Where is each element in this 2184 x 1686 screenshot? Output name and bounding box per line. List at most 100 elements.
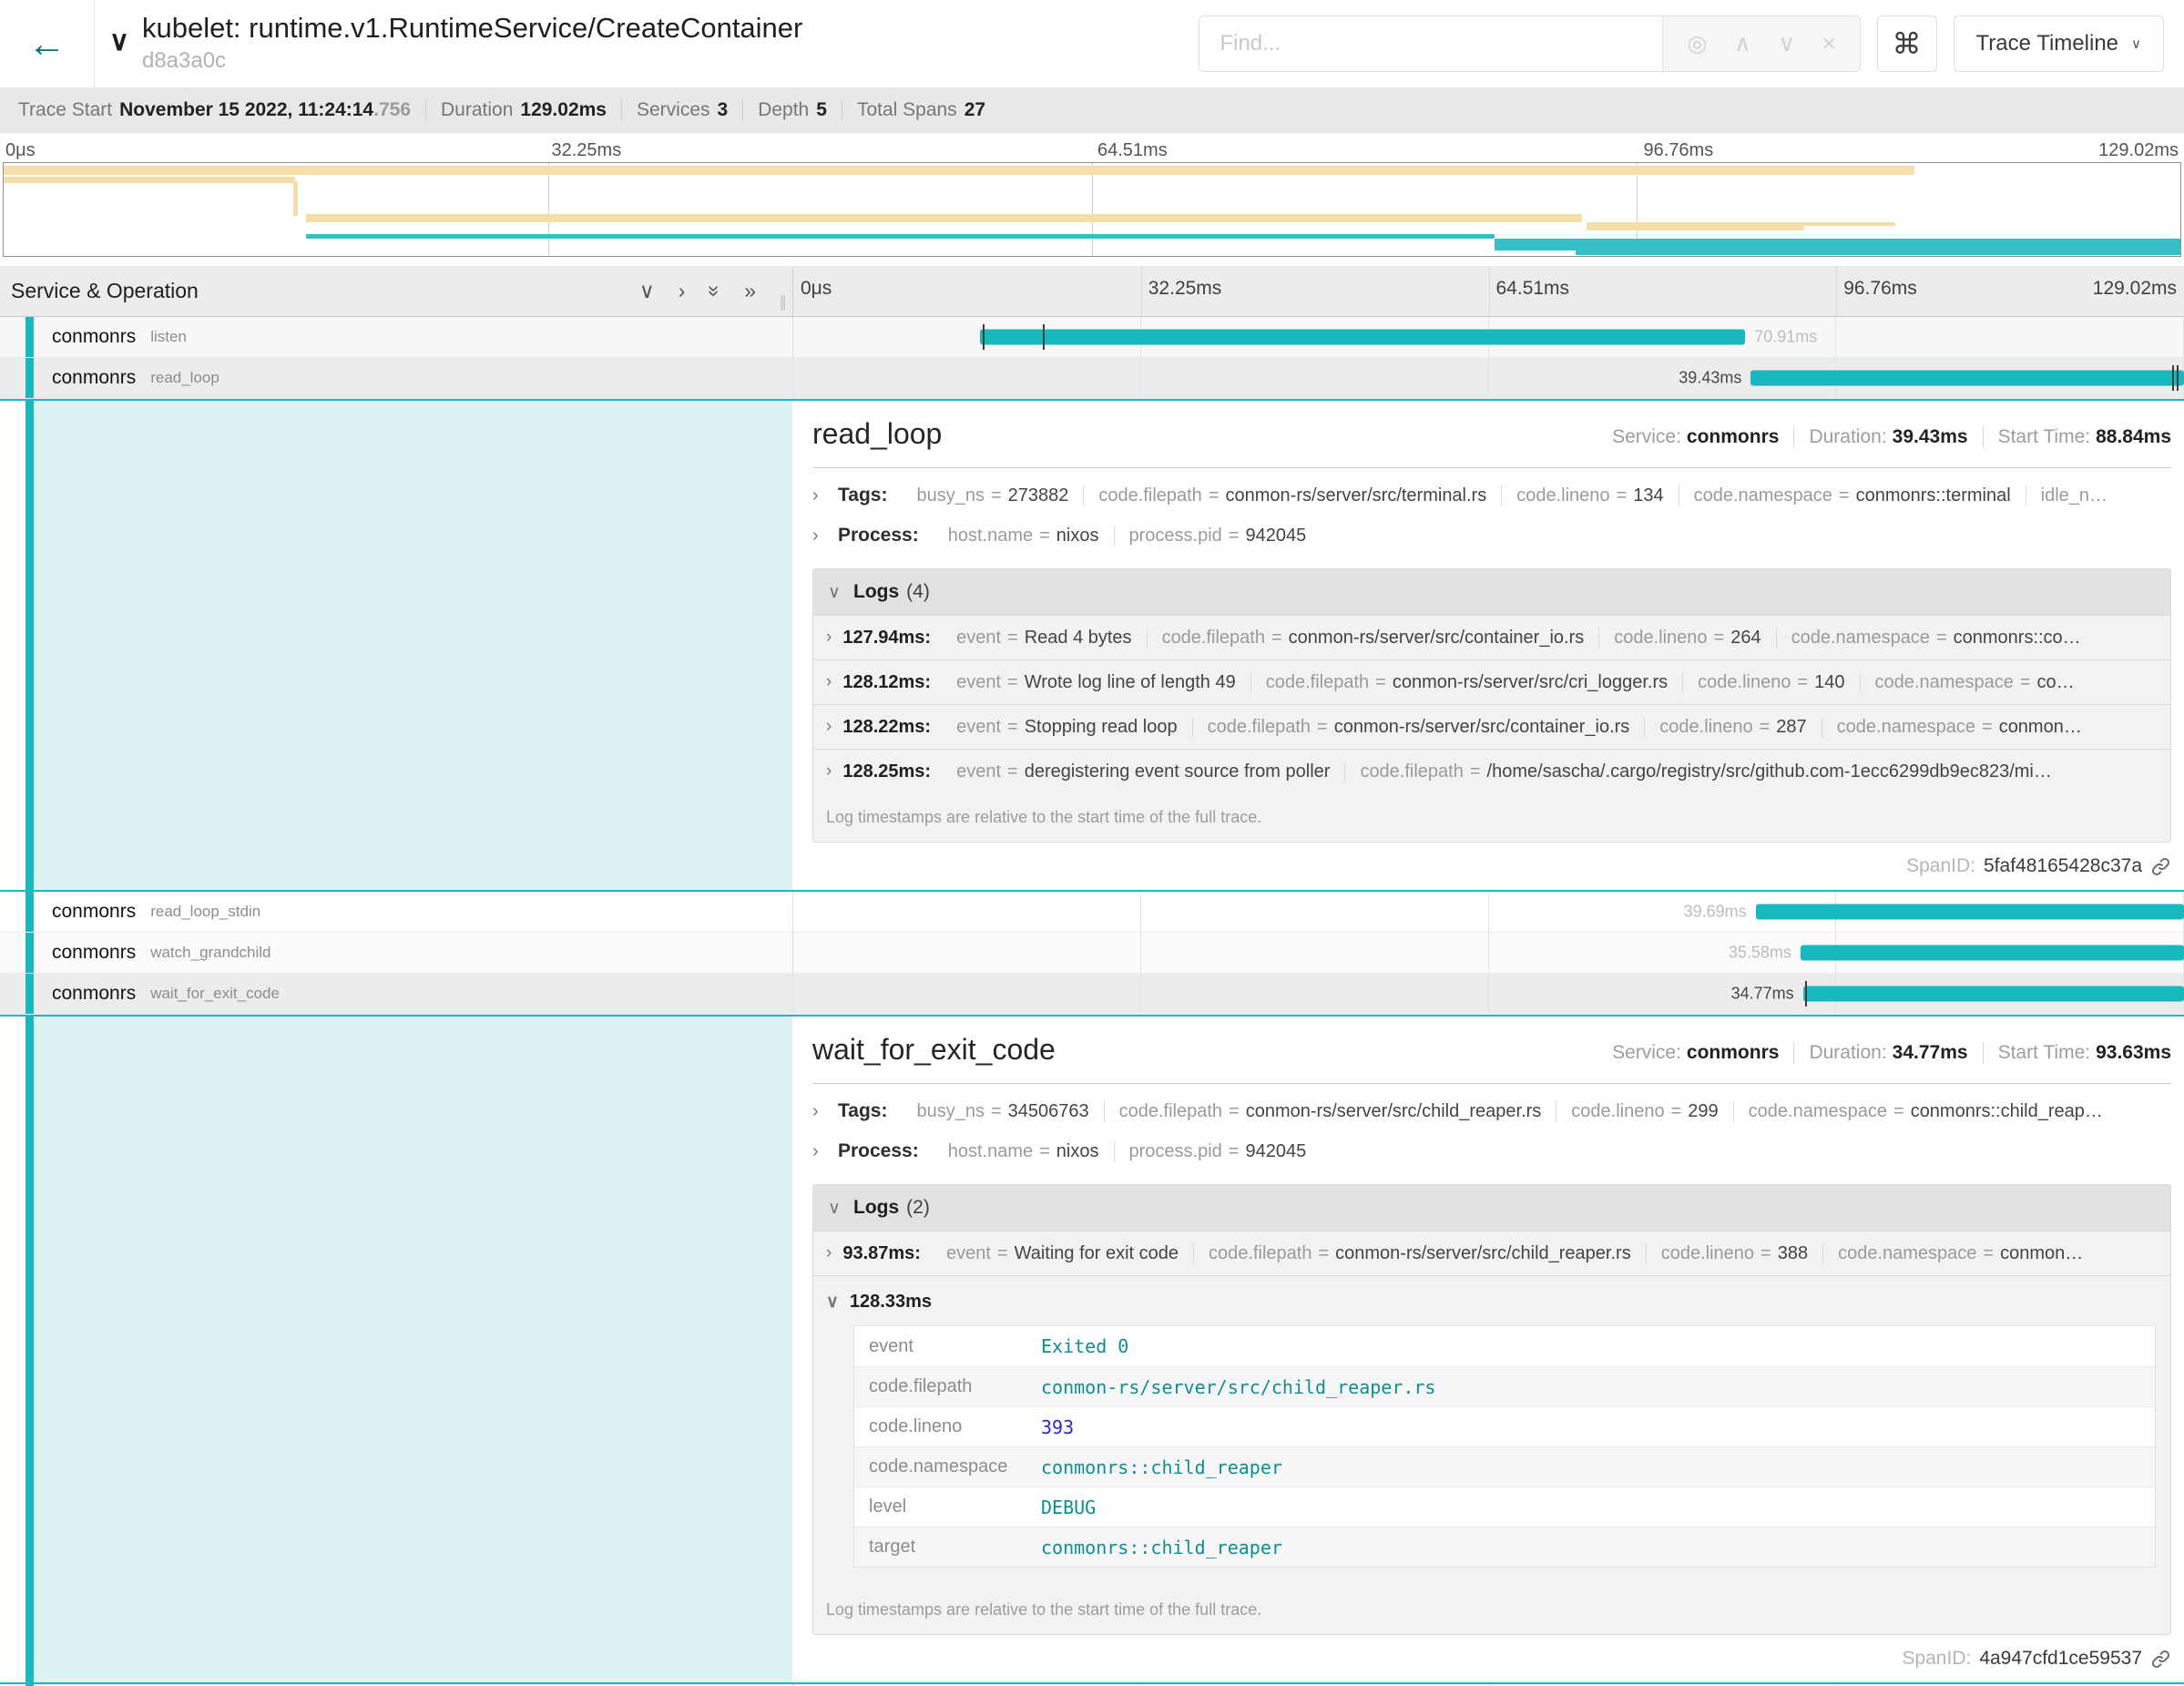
- back-button[interactable]: ←: [0, 0, 95, 87]
- logs-header[interactable]: ∨Logs(2): [813, 1185, 2170, 1231]
- process-accordion[interactable]: ›Process:host.name=nixosprocess.pid=9420…: [812, 1131, 2171, 1171]
- log-timestamp: 128.25ms:: [842, 761, 931, 782]
- span-duration-bar[interactable]: [1801, 945, 2184, 961]
- chevron-right-icon: ›: [812, 485, 827, 506]
- kv-equals: =: [1001, 672, 1025, 692]
- log-entry[interactable]: ›128.25ms:event=deregistering event sour…: [813, 749, 2170, 793]
- minimap-tick-label: 0μs: [5, 140, 36, 161]
- minimap-span-bar: [4, 166, 1914, 175]
- span-duration-bar[interactable]: [1803, 986, 2184, 1002]
- span-timeline-cell: 70.91ms: [792, 317, 2184, 357]
- span-name-cell: conmonrswait_for_exit_code: [0, 974, 792, 1014]
- kv-value: 140: [1814, 672, 1844, 692]
- log-kv-value: 393: [1041, 1416, 1074, 1438]
- log-kv-row: levelDEBUG: [854, 1487, 2155, 1527]
- span-detail-panel: read_loopService:conmonrsDuration:39.43m…: [792, 401, 2184, 890]
- detail-divider: [812, 467, 2171, 468]
- find-input[interactable]: [1199, 16, 1662, 71]
- log-kv-row: code.filepathconmon-rs/server/src/child_…: [854, 1366, 2155, 1406]
- kv-key: code.filepath: [1162, 628, 1265, 648]
- collapse-trace-icon[interactable]: ∨: [109, 26, 129, 57]
- detail-meta-item: Duration:34.77ms: [1793, 1042, 1982, 1064]
- span-duration-bar[interactable]: [1750, 371, 2184, 386]
- span-duration-bar[interactable]: [1756, 904, 2184, 920]
- detail-meta: Service:conmonrsDuration:34.77msStart Ti…: [1597, 1033, 2171, 1064]
- detail-meta-label: Start Time:: [1998, 426, 2091, 447]
- span-name-cell: conmonrswatch_grandchild: [0, 933, 792, 973]
- spanid-value: 4a947cfd1ce59537: [1979, 1648, 2142, 1670]
- kv-equals: =: [1754, 1243, 1778, 1263]
- ruler-gridline: [1141, 266, 1142, 316]
- prev-match-icon[interactable]: ∧: [1734, 30, 1750, 57]
- kv-equals: =: [1001, 628, 1025, 648]
- kv-key: code.filepath: [1266, 672, 1369, 692]
- tag-kv: code.lineno=299: [1556, 1101, 1732, 1122]
- collapse-controls: ∨ › » »: [639, 281, 787, 301]
- kv-equals: =: [1033, 1141, 1056, 1161]
- ruler-tick-label: 129.02ms: [2093, 278, 2177, 300]
- span-operation-name: watch_grandchild: [150, 944, 270, 962]
- kv-value: conmon-rs/server/src/cri_logger.rs: [1393, 672, 1668, 692]
- timeline-gridline: [1140, 892, 1141, 932]
- tag-kv: busy_ns=273882: [902, 485, 1083, 506]
- span-row[interactable]: conmonrsread_loop39.43ms: [0, 358, 2184, 399]
- focus-match-icon[interactable]: ◎: [1687, 30, 1707, 57]
- span-row[interactable]: conmonrswait_for_exit_code34.77ms: [0, 974, 2184, 1015]
- collapse-all-icon[interactable]: »: [704, 285, 725, 297]
- log-entry[interactable]: ›93.87ms:event=Waiting for exit codecode…: [813, 1231, 2170, 1275]
- log-timestamp: 127.94ms:: [842, 628, 931, 649]
- kv-equals: =: [1930, 628, 1954, 648]
- kv-equals: =: [1753, 717, 1777, 737]
- span-row[interactable]: conmonrswatch_grandchild35.58ms: [0, 933, 2184, 974]
- kv-equals: =: [1033, 526, 1056, 546]
- span-row[interactable]: conmonrsread_loop_stdin39.69ms: [0, 892, 2184, 933]
- summary-label: Trace Start: [18, 99, 112, 121]
- span-duration-bar[interactable]: [980, 330, 1745, 345]
- view-selector-button[interactable]: Trace Timeline ∨: [1954, 15, 2164, 72]
- log-kv-key: code.namespace: [854, 1456, 1041, 1477]
- log-entry-header[interactable]: ∨128.33ms: [826, 1282, 2158, 1322]
- tags-accordion[interactable]: ›Tags:busy_ns=34506763code.filepath=conm…: [812, 1091, 2171, 1131]
- span-name-cell: conmonrslisten: [0, 317, 792, 357]
- detail-header: wait_for_exit_codeService:conmonrsDurati…: [812, 1033, 2171, 1067]
- tag-kv: host.name=nixos: [934, 1141, 1114, 1162]
- deep-link-icon[interactable]: [2150, 856, 2171, 877]
- tags-accordion[interactable]: ›Tags:busy_ns=273882code.filepath=conmon…: [812, 475, 2171, 516]
- expand-all-icon[interactable]: »: [744, 281, 756, 301]
- kv-value: 287: [1776, 717, 1806, 737]
- detail-meta-label: Duration:: [1809, 426, 1886, 447]
- minimap-canvas[interactable]: [3, 162, 2181, 257]
- log-entry[interactable]: ›127.94ms:event=Read 4 bytescode.filepat…: [813, 615, 2170, 659]
- log-kv-key: level: [854, 1497, 1041, 1517]
- clear-search-icon[interactable]: ×: [1822, 31, 1836, 57]
- span-service-name: conmonrs: [52, 367, 136, 389]
- kv-value: co…: [2037, 672, 2075, 692]
- kv-key: event: [956, 672, 1001, 692]
- tag-kv: code.lineno=134: [1501, 485, 1678, 506]
- kv-key: code.namespace: [1875, 672, 2014, 692]
- detail-meta-value: conmonrs: [1687, 1042, 1780, 1063]
- minimap-span-bar: [1495, 239, 2180, 250]
- timeline-ruler: 0μs32.25ms64.51ms96.76ms129.02ms: [792, 266, 2184, 316]
- log-entry[interactable]: ›128.12ms:event=Wrote log line of length…: [813, 659, 2170, 704]
- column-resizer[interactable]: ∥: [780, 293, 788, 312]
- log-entry[interactable]: ›128.22ms:event=Stopping read loopcode.f…: [813, 704, 2170, 749]
- expand-one-icon[interactable]: ›: [679, 281, 686, 301]
- minimap-span-bar: [1587, 222, 1804, 230]
- tag-kv: code.filepath=conmon-rs/server/src/child…: [1104, 1101, 1556, 1122]
- process-accordion[interactable]: ›Process:host.name=nixosprocess.pid=9420…: [812, 516, 2171, 556]
- kv-key: busy_ns: [916, 1101, 985, 1121]
- next-match-icon[interactable]: ∨: [1779, 30, 1795, 57]
- chevron-right-icon: ›: [812, 1101, 827, 1122]
- summary-item: Trace StartNovember 15 2022, 11:24:14.75…: [4, 99, 425, 121]
- minimap-tick-label: 96.76ms: [1644, 140, 1714, 161]
- span-log-marker: [1805, 981, 1807, 1006]
- logs-header[interactable]: ∨Logs(4): [813, 569, 2170, 615]
- deep-link-icon[interactable]: [2150, 1649, 2171, 1670]
- span-timeline-cell: 35.58ms: [792, 933, 2184, 973]
- span-row[interactable]: conmonrslisten70.91ms: [0, 317, 2184, 358]
- keyboard-shortcuts-button[interactable]: ⌘: [1877, 15, 1937, 72]
- ruler-tick-label: 64.51ms: [1496, 278, 1570, 300]
- collapse-one-icon[interactable]: ∨: [639, 281, 655, 301]
- tag-kv: event=Stopping read loop: [942, 717, 1192, 738]
